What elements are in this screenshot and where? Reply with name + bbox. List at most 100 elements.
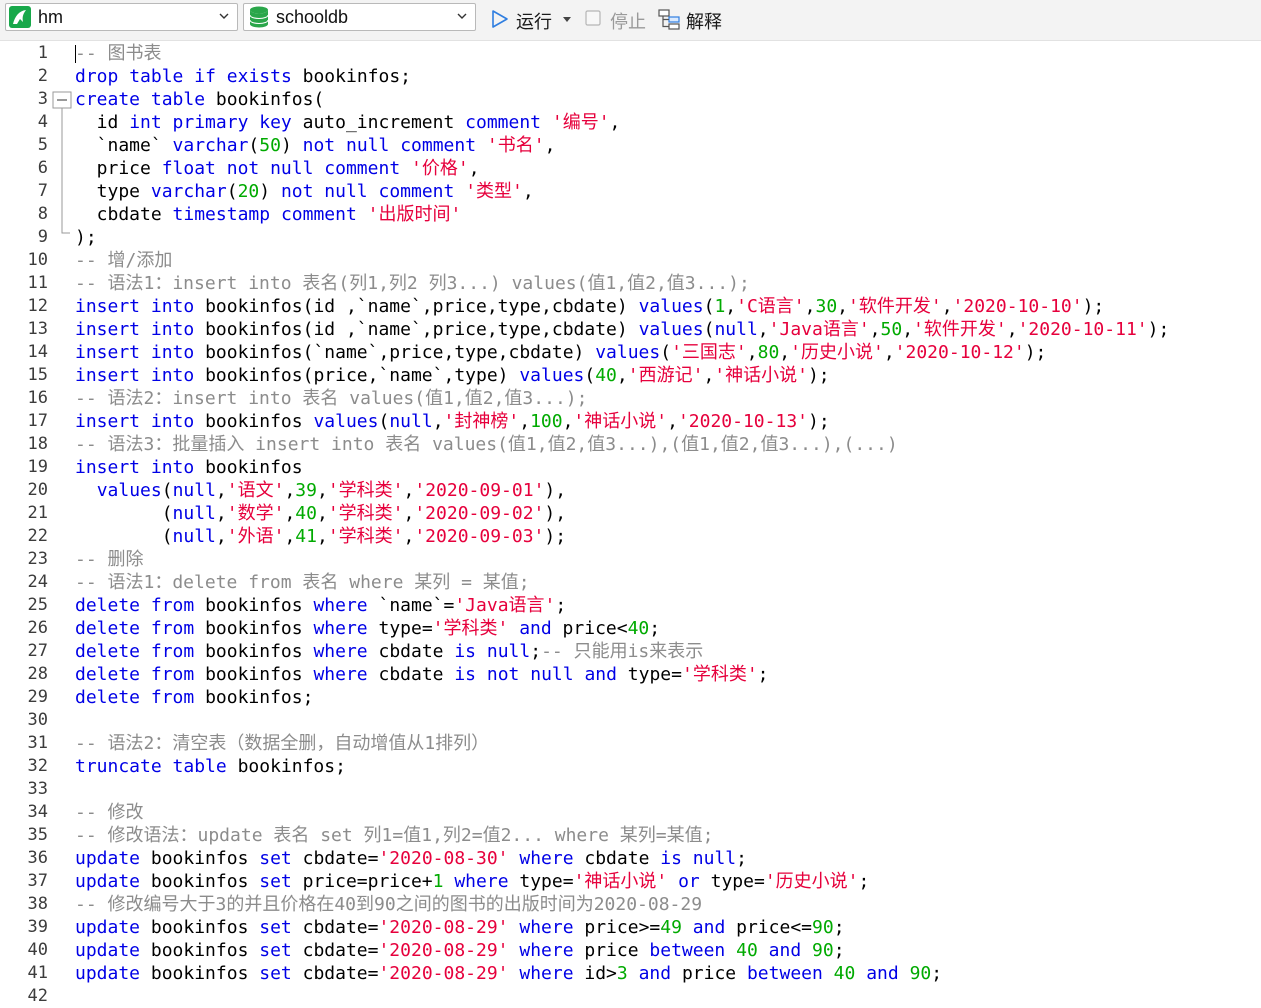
code-token: null xyxy=(172,503,216,524)
code-token: , xyxy=(609,112,621,133)
code-line[interactable]: -- 语法1：insert into 表名(列1,列2 列3...) value… xyxy=(75,272,750,295)
code-token: set xyxy=(259,848,292,869)
code-token: '2020-10-12' xyxy=(894,342,1025,363)
code-token: 50 xyxy=(259,135,281,156)
code-token: '语文' xyxy=(226,480,285,501)
code-token: '2020-08-29' xyxy=(378,917,509,938)
code-token: bookinfos(`name`,price,type,cbdate) xyxy=(194,342,596,363)
code-line[interactable]: -- 删除 xyxy=(75,548,144,571)
code-token: update xyxy=(75,963,141,984)
code-token: timestamp xyxy=(172,204,271,225)
code-line[interactable]: (null,'外语',41,'学科类','2020-09-03'); xyxy=(75,525,566,548)
database-name: schooldb xyxy=(276,7,349,27)
code-line[interactable]: -- 修改 xyxy=(75,801,144,824)
run-button[interactable]: 运行 xyxy=(488,4,578,32)
code-token: cbdate= xyxy=(291,917,379,938)
code-line[interactable]: update bookinfos set cbdate='2020-08-29'… xyxy=(75,962,942,985)
code-token: ( xyxy=(703,296,715,317)
code-line[interactable]: ); xyxy=(75,226,97,249)
code-line[interactable]: update bookinfos set price=price+1 where… xyxy=(75,870,869,893)
code-token: null xyxy=(530,664,574,685)
code-token: , xyxy=(468,158,480,179)
code-token: if xyxy=(194,66,216,87)
code-line[interactable]: delete from bookinfos where `name`='Java… xyxy=(75,594,566,617)
code-token: 49 xyxy=(660,917,682,938)
code-token: values xyxy=(638,319,704,340)
line-number: 31 xyxy=(27,733,48,753)
code-line[interactable]: insert into bookinfos(id ,`name`,price,t… xyxy=(75,295,1104,318)
code-token: where xyxy=(519,848,574,869)
line-number: 24 xyxy=(27,572,48,592)
code-line[interactable]: -- 增/添加 xyxy=(75,249,172,272)
sql-editor[interactable]: 1 2 3 4 5 6 7 8 9 10 11 12 13 14 15 16 17 18 19 20 21 22 23 24 2… xyxy=(0,41,1261,1006)
caret-down-icon xyxy=(563,17,571,22)
code-line[interactable]: create table bookinfos( xyxy=(75,88,324,111)
code-line[interactable]: -- 修改编号大于3的并且价格在40到90之间的图书的出版时间为2020-08-… xyxy=(75,893,702,916)
code-token: price xyxy=(75,158,162,179)
code-token: and xyxy=(584,664,617,685)
code-line[interactable]: -- 图书表 xyxy=(75,42,162,65)
code-line[interactable]: insert into bookinfos(`name`,price,type,… xyxy=(75,341,1046,364)
code-line[interactable]: delete from bookinfos; xyxy=(75,686,313,709)
code-line[interactable]: delete from bookinfos where type='学科类' a… xyxy=(75,617,660,640)
fold-range-line xyxy=(61,108,70,234)
line-number: 15 xyxy=(27,365,48,385)
code-line[interactable]: drop table if exists bookinfos; xyxy=(75,65,411,88)
code-line[interactable]: insert into bookinfos(id ,`name`,price,t… xyxy=(75,318,1169,341)
line-number: 4 xyxy=(37,112,48,132)
code-line[interactable]: insert into bookinfos(price,`name`,type)… xyxy=(75,364,830,387)
code-token: '数学' xyxy=(226,503,285,524)
code-line[interactable]: truncate table bookinfos; xyxy=(75,755,346,778)
code-token: -- 语法2：insert into 表名 values(值1,值2,值3...… xyxy=(75,388,588,409)
code-token: not xyxy=(302,135,336,156)
code-line[interactable]: update bookinfos set cbdate='2020-08-29'… xyxy=(75,939,845,962)
explain-label: 解释 xyxy=(686,12,722,32)
code-line[interactable]: `name` varchar(50) not null comment '书名'… xyxy=(75,134,556,157)
code-token: bookinfos xyxy=(140,871,260,892)
code-line[interactable]: delete from bookinfos where cbdate is no… xyxy=(75,663,769,686)
connection-select[interactable]: hm xyxy=(5,3,238,31)
code-line[interactable]: update bookinfos set cbdate='2020-08-29'… xyxy=(75,916,845,939)
code-line[interactable]: insert into bookinfos values(null,'封神榜',… xyxy=(75,410,830,433)
code-line[interactable]: -- 语法3：批量插入 insert into 表名 values(值1,值2,… xyxy=(75,433,898,456)
code-token: cbdate xyxy=(573,848,661,869)
code-token: ; xyxy=(858,871,870,892)
code-token: cbdate xyxy=(75,204,173,225)
code-line[interactable]: -- 语法1：delete from 表名 where 某列 = 某值; xyxy=(75,571,530,594)
code-token: , xyxy=(703,365,715,386)
line-number: 11 xyxy=(27,273,48,293)
code-line[interactable]: type varchar(20) not null comment '类型', xyxy=(75,180,534,203)
code-line[interactable]: update bookinfos set cbdate='2020-08-30'… xyxy=(75,847,747,870)
code-token: is xyxy=(454,664,477,685)
code-line[interactable]: delete from bookinfos where cbdate is nu… xyxy=(75,640,703,663)
code-token: bookinfos xyxy=(194,457,303,478)
code-token: , xyxy=(1006,319,1018,340)
code-token: 40 xyxy=(833,963,856,984)
database-select[interactable]: schooldb xyxy=(243,3,476,31)
code-line[interactable]: (null,'数学',40,'学科类','2020-09-02'), xyxy=(75,502,566,525)
code-line[interactable]: cbdate timestamp comment '出版时间' xyxy=(75,203,462,226)
code-token: insert xyxy=(75,365,141,386)
code-line[interactable]: id int primary key auto_increment commen… xyxy=(75,111,621,134)
code-line[interactable]: -- 语法2：清空表（数据全删，自动增值从1排列） xyxy=(75,732,489,755)
code-token: '2020-09-02' xyxy=(414,503,545,524)
code-token: bookinfos xyxy=(194,595,314,616)
code-token: '历史小说' xyxy=(790,342,884,363)
code-line[interactable]: insert into bookinfos xyxy=(75,456,303,479)
code-token: comment xyxy=(280,204,357,225)
code-line[interactable]: price float not null comment '价格', xyxy=(75,157,480,180)
explain-button[interactable]: 解释 xyxy=(658,4,728,32)
line-number: 14 xyxy=(27,342,48,362)
code-token: key xyxy=(259,112,292,133)
code-line[interactable]: values(null,'语文',39,'学科类','2020-09-01'), xyxy=(75,479,566,502)
code-line[interactable]: -- 语法2：insert into 表名 values(值1,值2,值3...… xyxy=(75,387,587,410)
code-line[interactable]: -- 修改语法：update 表名 set 列1=值1,列2=值2... whe… xyxy=(75,824,713,847)
stop-button[interactable]: 停止 xyxy=(584,4,650,32)
code-token: bookinfos(id ,`name`,price,type,cbdate) xyxy=(194,319,639,340)
code-token: from xyxy=(150,618,195,639)
code-token: and xyxy=(638,963,672,984)
